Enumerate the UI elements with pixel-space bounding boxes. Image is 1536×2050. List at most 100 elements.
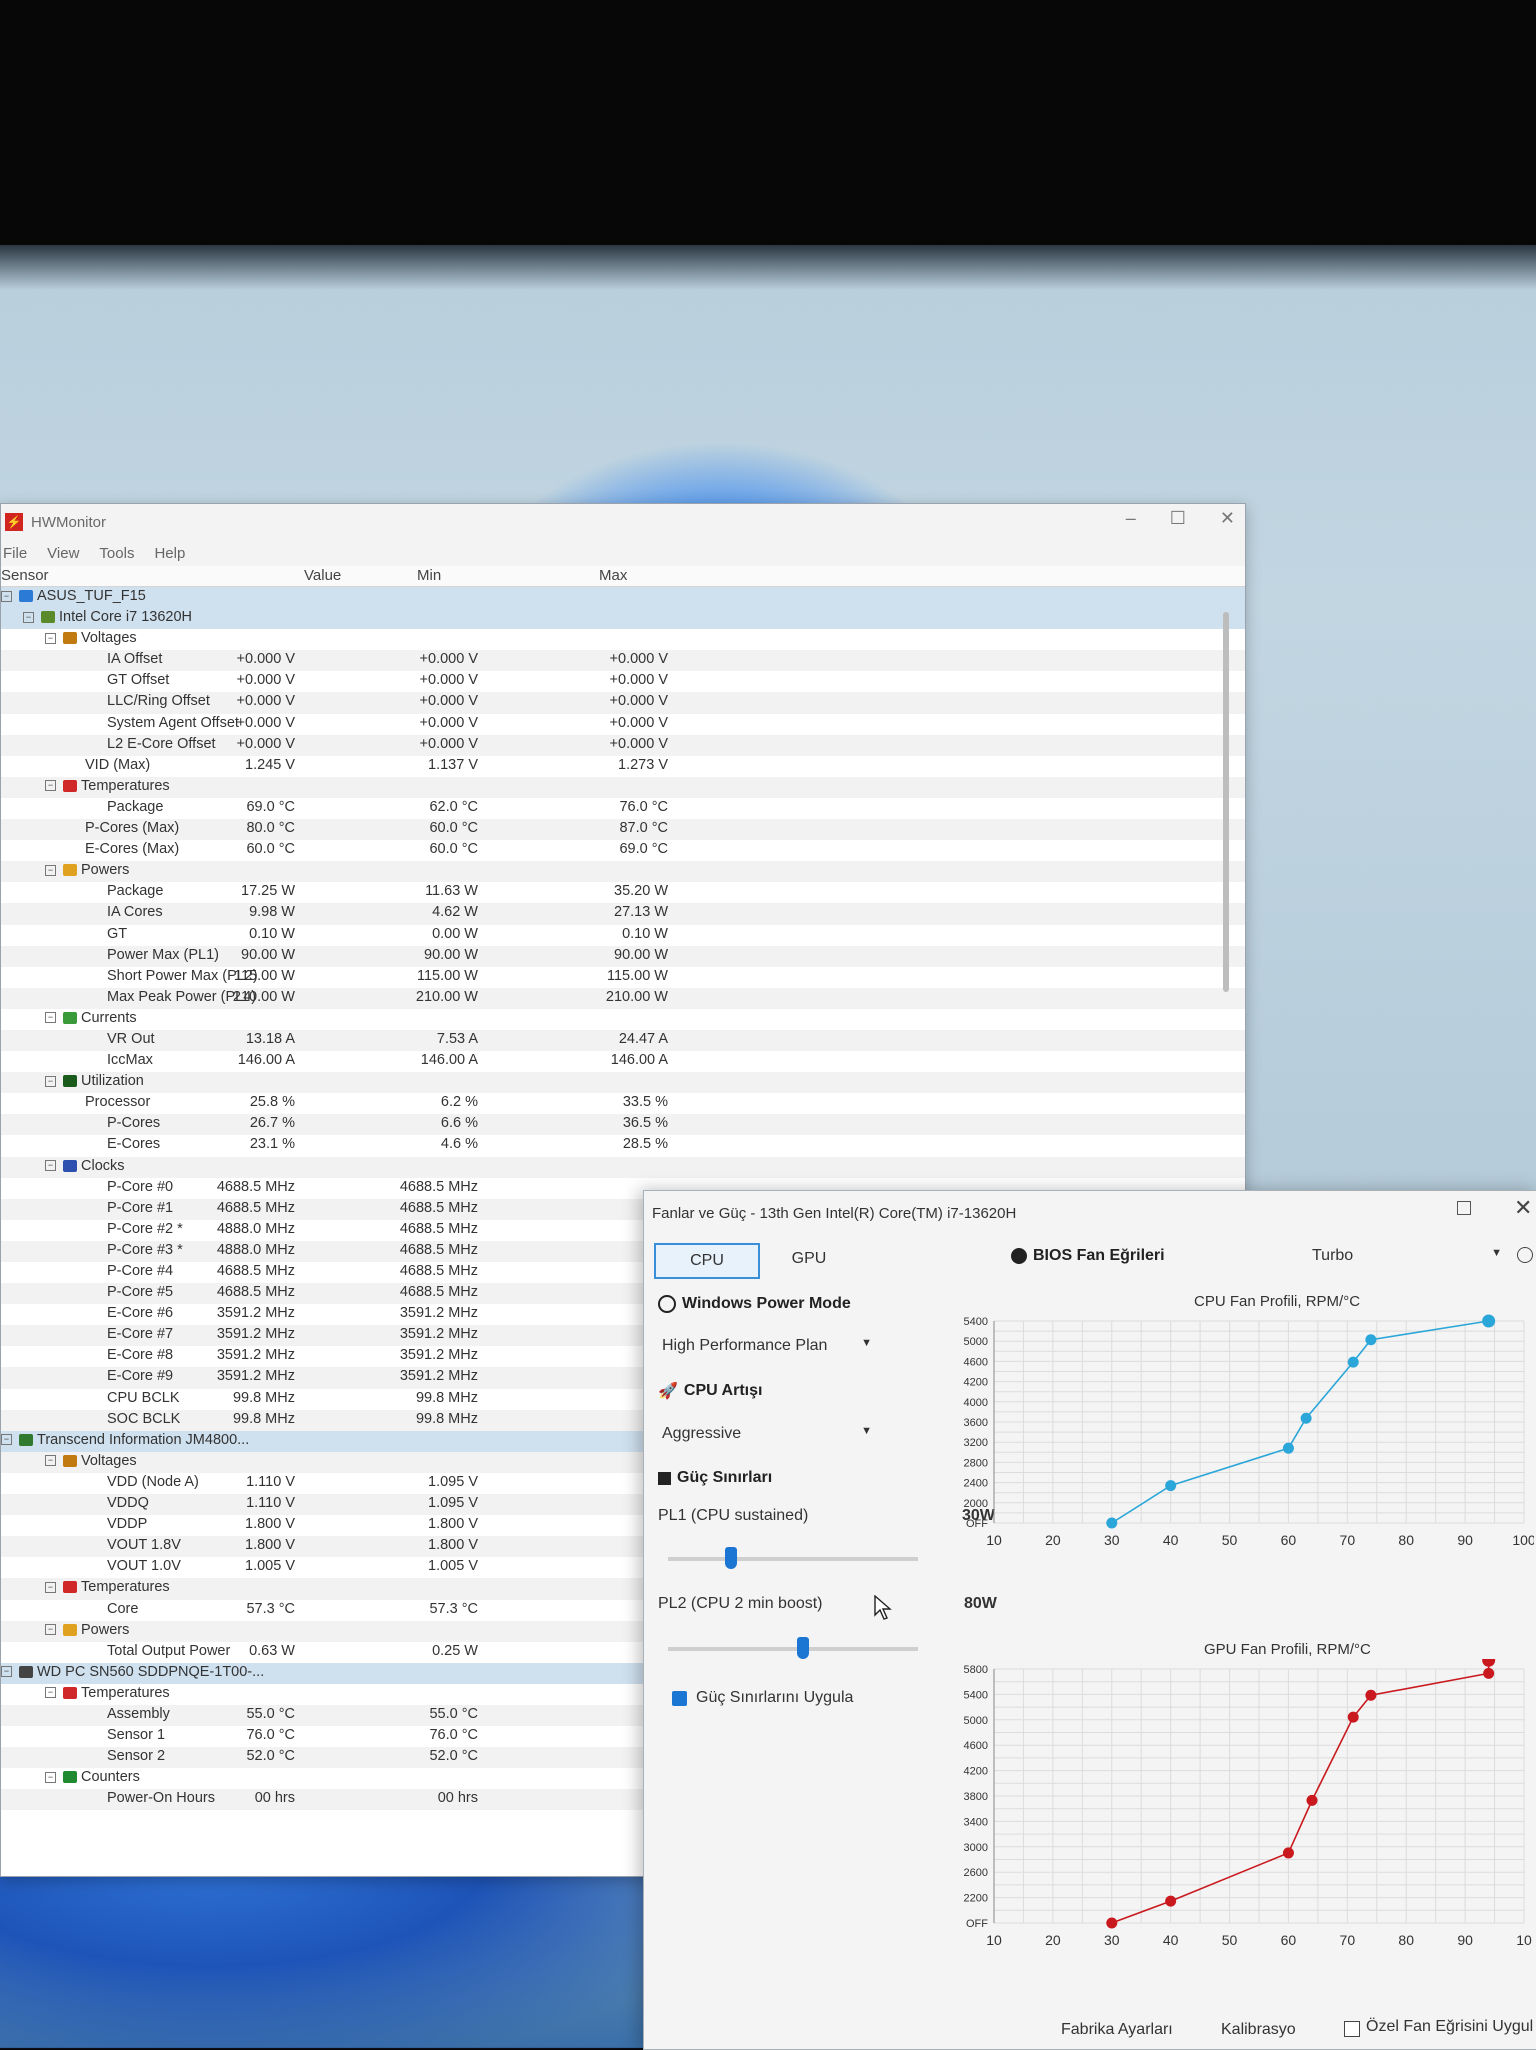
sensor-row[interactable]: Package 17.25 W 11.63 W 35.20 W — [1, 882, 1245, 903]
fan-curve-point[interactable] — [1165, 1480, 1177, 1492]
sensor-row[interactable]: − ASUS_TUF_F15 — [1, 587, 1245, 609]
chip-icon — [658, 1471, 671, 1485]
collapse-icon[interactable]: − — [45, 1687, 56, 1699]
fan-curve-point[interactable] — [1106, 1517, 1118, 1529]
sensor-row[interactable]: GT 0.10 W 0.00 W 0.10 W — [1, 925, 1245, 946]
close-icon[interactable]: ✕ — [1220, 508, 1235, 529]
collapse-icon[interactable]: − — [1, 590, 12, 602]
scrollbar[interactable] — [1223, 612, 1229, 992]
collapse-icon[interactable]: − — [45, 1581, 56, 1593]
close-icon[interactable]: ✕ — [1514, 1195, 1532, 1221]
sensor-row[interactable]: − Utilization — [1, 1072, 1245, 1094]
sensor-row[interactable]: Package 69.0 °C 62.0 °C 76.0 °C — [1, 798, 1245, 819]
sensor-row[interactable]: IA Cores 9.98 W 4.62 W 27.13 W — [1, 903, 1245, 925]
sensor-row[interactable]: GT Offset +0.000 V +0.000 V +0.000 V — [1, 671, 1245, 692]
sensor-row[interactable]: IA Offset +0.000 V +0.000 V +0.000 V — [1, 650, 1245, 672]
cpu-fan-chart[interactable]: OFF 2000 2400 2800 3200 3600 4000 4200 4600 5000 5… — [934, 1311, 1534, 1551]
sensor-min: 1.137 V — [428, 756, 478, 773]
sensor-row[interactable]: E-Cores (Max) 60.0 °C 60.0 °C 69.0 °C — [1, 840, 1245, 861]
column-min[interactable]: Min — [417, 567, 441, 584]
collapse-icon[interactable]: − — [45, 1160, 56, 1172]
sensor-row[interactable]: VID (Max) 1.245 V 1.137 V 1.273 V — [1, 756, 1245, 777]
power-plan-dropdown[interactable]: High Performance Plan ▼ — [662, 1337, 872, 1355]
factory-settings-button[interactable]: Fabrika Ayarları — [1061, 2021, 1173, 2039]
sensor-row[interactable]: − Intel Core i7 13620H — [1, 608, 1245, 630]
column-value[interactable]: Value — [304, 567, 341, 584]
collapse-icon[interactable]: − — [1, 1666, 12, 1678]
sensor-min: 3591.2 MHz — [399, 1368, 478, 1385]
fan-curve-point[interactable] — [1282, 1847, 1294, 1859]
menu-view[interactable]: View — [45, 545, 81, 562]
sensor-row[interactable]: − Temperatures — [1, 776, 1245, 798]
bios-profile-dropdown[interactable]: Turbo ▼ — [1312, 1247, 1502, 1265]
sensor-row[interactable]: E-Cores 23.1 % 4.6 % 28.5 % — [1, 1135, 1245, 1156]
fan-curve-point[interactable] — [1482, 1659, 1496, 1667]
minimize-icon[interactable]: – — [1126, 508, 1136, 529]
collapse-icon[interactable]: − — [23, 611, 34, 623]
sensor-row[interactable]: P-Cores (Max) 80.0 °C 60.0 °C 87.0 °C — [1, 819, 1245, 841]
calibrate-button[interactable]: Kalibrasyo — [1221, 2021, 1296, 2039]
column-max[interactable]: Max — [599, 567, 627, 584]
sensor-row[interactable]: − Clocks — [1, 1156, 1245, 1178]
sensor-label: − Counters — [45, 1769, 140, 1785]
collapse-icon[interactable]: − — [1, 1434, 12, 1446]
menu-help[interactable]: Help — [152, 545, 187, 562]
fan-curve-point[interactable] — [1165, 1895, 1177, 1907]
fan-curve-point[interactable] — [1300, 1412, 1312, 1424]
collapse-icon[interactable]: − — [45, 864, 56, 876]
settings-icon[interactable] — [1517, 1247, 1533, 1263]
pl1-slider-track[interactable] — [668, 1557, 918, 1561]
fan-curve-point[interactable] — [1347, 1356, 1359, 1368]
column-sensor[interactable]: Sensor — [1, 567, 49, 584]
sensor-name: P-Core #3 * — [107, 1241, 183, 1258]
sensor-row[interactable]: VR Out 13.18 A 7.53 A 24.47 A — [1, 1029, 1245, 1052]
maximize-icon[interactable] — [1457, 1201, 1471, 1215]
pl2-slider-thumb[interactable] — [797, 1637, 809, 1659]
sensor-row[interactable]: − Currents — [1, 1009, 1245, 1030]
collapse-icon[interactable]: − — [45, 780, 56, 792]
tab-cpu[interactable]: CPU — [654, 1243, 760, 1279]
collapse-icon[interactable]: − — [45, 1075, 56, 1087]
sensor-name: Temperatures — [81, 1579, 170, 1596]
gpu-fan-chart[interactable]: OFF 2200 2600 3000 3400 3800 4200 4600 5000 5400 5… — [934, 1659, 1534, 1951]
apply-limits-checkbox[interactable] — [672, 1691, 687, 1706]
fan-curve-point[interactable] — [1483, 1667, 1495, 1679]
sensor-label: − Currents — [45, 1010, 137, 1026]
menu-tools[interactable]: Tools — [97, 545, 136, 562]
custom-curve-checkbox[interactable] — [1344, 2021, 1360, 2037]
maximize-icon[interactable]: ☐ — [1170, 508, 1186, 529]
fan-curve-point[interactable] — [1347, 1711, 1359, 1723]
sensor-row[interactable]: Short Power Max (PL2) 115.00 W 115.00 W 115… — [1, 967, 1245, 988]
sensor-min: 4.62 W — [432, 904, 478, 921]
sensor-row[interactable]: IccMax 146.00 A 146.00 A 146.00 A — [1, 1051, 1245, 1072]
sensor-row[interactable]: P-Cores 26.7 % 6.6 % 36.5 % — [1, 1114, 1245, 1136]
fan-curve-point[interactable] — [1306, 1794, 1318, 1806]
collapse-icon[interactable]: − — [45, 1012, 56, 1024]
collapse-icon[interactable]: − — [45, 1624, 56, 1636]
fan-curve-point[interactable] — [1106, 1917, 1118, 1929]
collapse-icon[interactable]: − — [45, 1455, 56, 1467]
fan-curve-point[interactable] — [1482, 1314, 1496, 1328]
fan-curve-point[interactable] — [1365, 1689, 1377, 1701]
sensor-row[interactable]: L2 E-Core Offset +0.000 V +0.000 V +0.000 V — [1, 734, 1245, 756]
sensor-row[interactable]: Power Max (PL1) 90.00 W 90.00 W 90.00 W — [1, 945, 1245, 967]
tab-gpu[interactable]: GPU — [769, 1243, 849, 1275]
sensor-min: 1.095 V — [428, 1473, 478, 1490]
menu-file[interactable]: File — [1, 545, 29, 562]
collapse-icon[interactable]: − — [45, 1771, 56, 1783]
fan-curve-point[interactable] — [1282, 1442, 1294, 1454]
disk-icon — [19, 1665, 33, 1678]
pl1-slider-thumb[interactable] — [724, 1547, 737, 1569]
sensor-row[interactable]: Max Peak Power (PL4) 210.00 W 210.00 W 210.… — [1, 987, 1245, 1009]
sensor-row[interactable]: Processor 25.8 % 6.2 % 33.5 % — [1, 1093, 1245, 1114]
pl2-slider-track[interactable] — [668, 1647, 918, 1651]
collapse-icon[interactable]: − — [45, 632, 56, 644]
sensor-row[interactable]: − Powers — [1, 861, 1245, 883]
sensor-row[interactable]: − Voltages — [1, 629, 1245, 650]
sensor-row[interactable]: System Agent Offset +0.000 V +0.000 V +0.00… — [1, 714, 1245, 735]
fan-curve-point[interactable] — [1365, 1334, 1377, 1346]
cpu-boost-dropdown[interactable]: Aggressive ▼ — [662, 1425, 872, 1443]
y-tick-label: 5800 — [964, 1664, 988, 1676]
sensor-name: VID (Max) — [85, 756, 151, 773]
sensor-row[interactable]: LLC/Ring Offset +0.000 V +0.000 V +0.000 V — [1, 692, 1245, 714]
